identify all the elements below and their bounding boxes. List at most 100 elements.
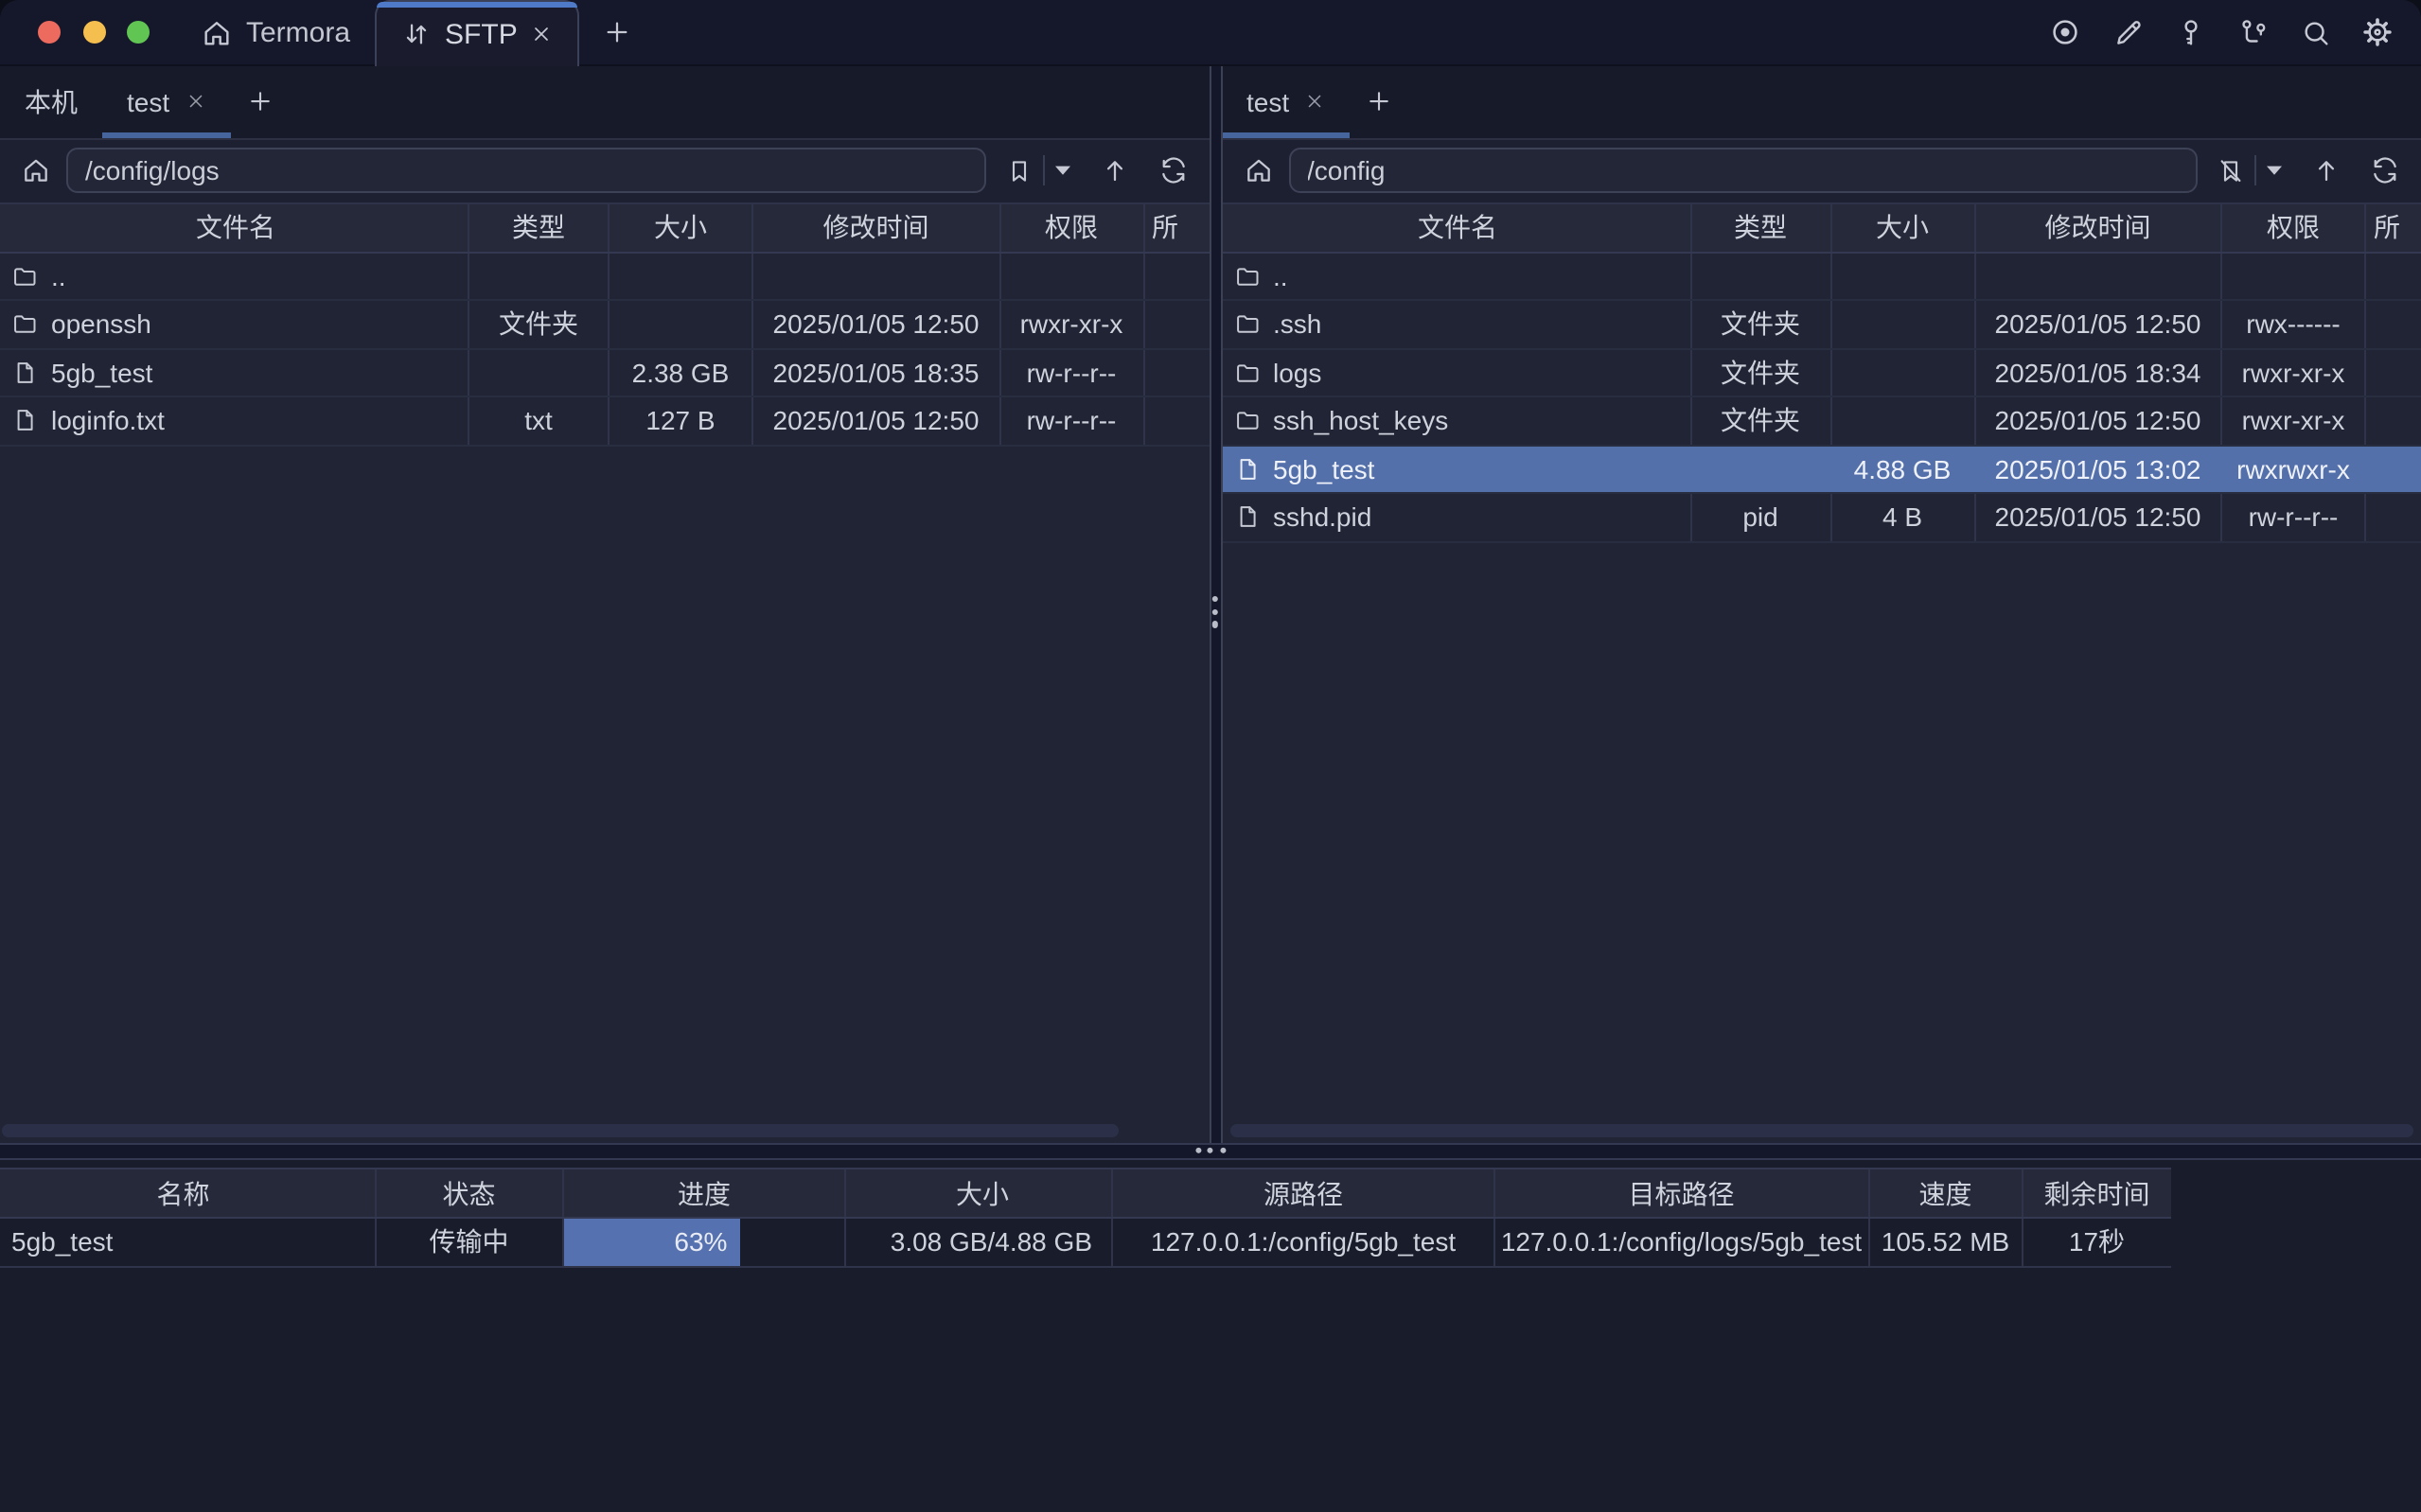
file-name-cell: openssh: [0, 301, 469, 347]
tab-termora-label: Termora: [246, 16, 350, 48]
table-row[interactable]: loginfo.txttxt127 B2025/01/05 12:50rw-r-…: [0, 397, 1209, 446]
column-header-size[interactable]: 大小: [846, 1169, 1113, 1217]
tab-sftp[interactable]: SFTP: [375, 0, 580, 66]
titlebar-actions: [2046, 0, 2421, 64]
go-up-arrow-icon[interactable]: [1093, 150, 1135, 192]
left-path-input[interactable]: [66, 149, 985, 194]
close-icon[interactable]: [1304, 92, 1325, 113]
scrollbar-thumb[interactable]: [2, 1123, 1119, 1136]
column-header-target[interactable]: 目标路径: [1495, 1169, 1869, 1217]
column-header-type[interactable]: 类型: [1691, 204, 1831, 251]
file-name-cell: .ssh: [1222, 301, 1691, 347]
table-row[interactable]: .ssh文件夹2025/01/05 12:50rwx------: [1222, 301, 2421, 349]
column-header-type[interactable]: 类型: [469, 204, 610, 251]
left-tab-local[interactable]: 本机: [0, 66, 102, 137]
file-icon: [11, 360, 38, 386]
file-type-cell: [469, 253, 610, 299]
left-tab-test[interactable]: test: [102, 66, 230, 137]
progress-fill: 63%: [564, 1219, 740, 1265]
table-row[interactable]: logs文件夹2025/01/05 18:34rwxr-xr-x: [1222, 349, 2421, 397]
column-header-status[interactable]: 状态: [376, 1169, 564, 1217]
column-header-perm[interactable]: 权限: [1000, 204, 1144, 251]
go-up-arrow-icon[interactable]: [2306, 150, 2347, 192]
file-size-cell: [1831, 349, 1975, 396]
drag-handle-dots: [1212, 596, 1218, 627]
refresh-icon[interactable]: [2364, 150, 2406, 192]
transfer-row[interactable]: 5gb_test 传输中 63% 3.08 GB/4.88 GB 127.0.0…: [0, 1219, 2171, 1267]
file-owner-cell: [1144, 253, 1209, 299]
file-size-cell: 127 B: [610, 397, 753, 444]
table-row[interactable]: sshd.pidpid4 B2025/01/05 12:50rw-r--r--: [1222, 494, 2421, 542]
close-icon[interactable]: [185, 92, 205, 113]
traffic-lights: [0, 0, 176, 64]
vertical-splitter[interactable]: [1209, 66, 1222, 1142]
folder-icon: [11, 263, 38, 290]
column-header-progress[interactable]: 进度: [564, 1169, 846, 1217]
file-icon: [1233, 504, 1260, 531]
bookmark-dropdown-caret-icon[interactable]: [1048, 150, 1076, 192]
bookmark-dropdown-caret-icon[interactable]: [2260, 150, 2288, 192]
close-tab-icon[interactable]: [531, 23, 554, 45]
column-header-name[interactable]: 文件名: [1222, 204, 1691, 251]
column-header-name[interactable]: 名称: [0, 1169, 376, 1217]
tab-termora-home[interactable]: Termora: [176, 0, 375, 64]
table-row[interactable]: 5gb_test4.88 GB2025/01/05 13:02rwxrwxr-x: [1222, 446, 2421, 494]
plus-icon: [603, 17, 633, 47]
right-file-table: 文件名类型大小修改时间权限所...ssh文件夹2025/01/05 12:50r…: [1222, 202, 2421, 542]
table-row[interactable]: ..: [0, 253, 1209, 301]
column-header-perm[interactable]: 权限: [2222, 204, 2366, 251]
file-time-cell: 2025/01/05 18:35: [753, 349, 1000, 396]
column-header-owner[interactable]: 所: [1144, 204, 1209, 251]
home-icon[interactable]: [15, 156, 57, 186]
file-time-cell: 2025/01/05 18:34: [1975, 349, 2222, 396]
table-row[interactable]: 5gb_test2.38 GB2025/01/05 18:35rw-r--r--: [0, 349, 1209, 397]
table-row[interactable]: ..: [1222, 253, 2421, 301]
horizontal-splitter[interactable]: [0, 1142, 2421, 1160]
column-header-time[interactable]: 修改时间: [1975, 204, 2222, 251]
table-row[interactable]: openssh文件夹2025/01/05 12:50rwxr-xr-x: [0, 301, 1209, 349]
new-tab-button[interactable]: [580, 0, 656, 64]
transfer-speed: 105.52 MB: [1869, 1219, 2023, 1265]
column-header-owner[interactable]: 所: [2366, 204, 2421, 251]
titlebar: Termora SFTP: [0, 0, 2421, 66]
file-name: sshd.pid: [1273, 502, 1371, 533]
plus-icon: [245, 88, 274, 116]
column-header-source[interactable]: 源路径: [1113, 1169, 1495, 1217]
right-new-session-button[interactable]: [1352, 66, 1406, 137]
file-size-cell: [610, 301, 753, 347]
branch-icon[interactable]: [2234, 13, 2271, 51]
search-icon[interactable]: [2296, 13, 2334, 51]
record-button[interactable]: [2046, 13, 2084, 51]
refresh-icon[interactable]: [1152, 150, 1193, 192]
column-header-remaining[interactable]: 剩余时间: [2023, 1169, 2170, 1217]
column-header-time[interactable]: 修改时间: [753, 204, 1000, 251]
file-time-cell: [753, 253, 1000, 299]
termora-window: Termora SFTP: [0, 0, 2421, 1512]
scrollbar-thumb[interactable]: [1229, 1123, 2413, 1136]
file-size-cell: 4.88 GB: [1831, 446, 1975, 492]
column-header-size[interactable]: 大小: [610, 204, 753, 251]
home-icon[interactable]: [1237, 156, 1279, 186]
file-name: ssh_host_keys: [1273, 406, 1448, 436]
minimize-window-button[interactable]: [82, 21, 105, 44]
file-name: openssh: [51, 309, 151, 340]
close-window-button[interactable]: [38, 21, 61, 44]
zoom-window-button[interactable]: [127, 21, 150, 44]
file-name-cell: 5gb_test: [0, 349, 469, 396]
file-perm-cell: rw-r--r--: [1000, 349, 1144, 396]
key-icon[interactable]: [2171, 13, 2209, 51]
edit-icon[interactable]: [2109, 13, 2147, 51]
right-path-input[interactable]: [1288, 149, 2198, 194]
right-tab-test[interactable]: test: [1222, 66, 1350, 137]
bookmark-icon[interactable]: [998, 150, 1038, 192]
column-header-size[interactable]: 大小: [1831, 204, 1975, 251]
file-name-cell: ssh_host_keys: [1222, 397, 1691, 444]
table-row[interactable]: ssh_host_keys文件夹2025/01/05 12:50rwxr-xr-…: [1222, 397, 2421, 446]
column-header-name[interactable]: 文件名: [0, 204, 469, 251]
bookmark-slash-icon[interactable]: [2211, 150, 2251, 192]
file-type-cell: txt: [469, 397, 610, 444]
left-new-session-button[interactable]: [232, 66, 287, 137]
file-name: .ssh: [1273, 309, 1321, 340]
column-header-speed[interactable]: 速度: [1869, 1169, 2023, 1217]
settings-gear-icon[interactable]: [2359, 13, 2396, 51]
